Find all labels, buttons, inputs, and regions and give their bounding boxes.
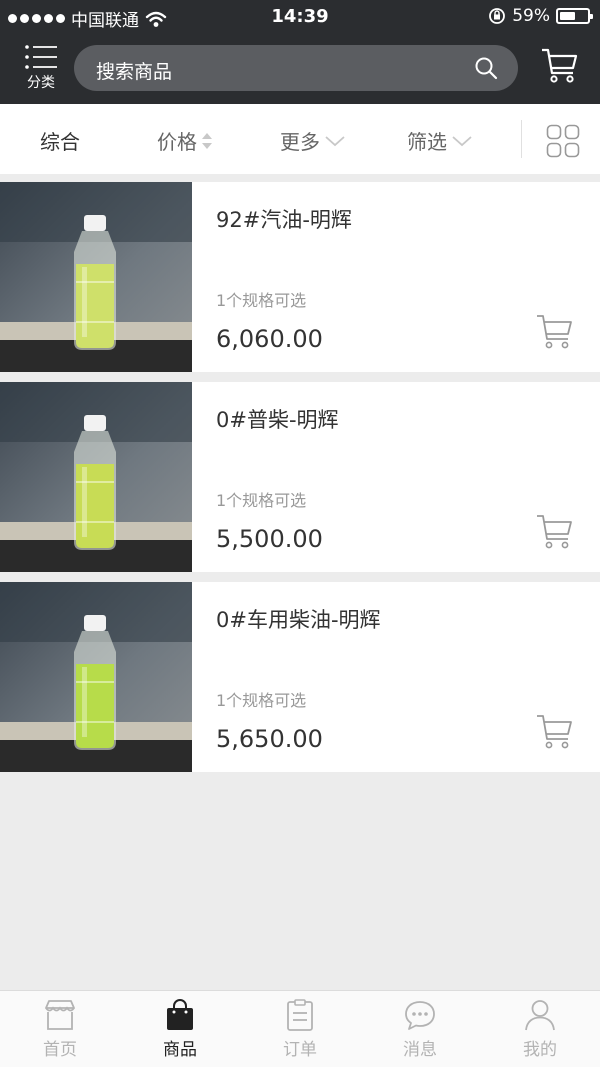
tab-orders[interactable]: 订单 xyxy=(240,999,360,1060)
tab-profile[interactable]: 我的 xyxy=(480,999,600,1060)
battery-icon xyxy=(556,8,593,24)
app-header: 分类 搜索商品 xyxy=(0,34,600,104)
add-to-cart-icon[interactable] xyxy=(535,312,573,350)
tab-products[interactable]: 商品 xyxy=(120,999,240,1060)
cart-icon[interactable] xyxy=(540,46,578,84)
search-placeholder: 搜索商品 xyxy=(96,61,173,83)
status-bar: 中国联通 14:39 59% xyxy=(0,0,600,34)
product-name[interactable]: 0#普柴-明辉 xyxy=(216,404,339,434)
tab-messages[interactable]: 消息 xyxy=(360,999,480,1060)
sort-filter-label: 筛选 xyxy=(407,130,447,154)
sort-price-label: 价格 xyxy=(157,130,197,154)
user-icon xyxy=(525,1000,555,1031)
sort-bar: 综合 价格 更多 筛选 xyxy=(0,104,600,174)
sort-filter[interactable]: 筛选 xyxy=(407,126,473,155)
tab-profile-label: 我的 xyxy=(523,1040,557,1060)
sort-comprehensive-label: 综合 xyxy=(40,130,80,154)
grid-view-icon[interactable] xyxy=(546,124,580,158)
store-icon xyxy=(45,1000,75,1030)
sort-divider xyxy=(521,120,522,158)
status-right: 59% xyxy=(488,6,593,26)
search-input[interactable]: 搜索商品 xyxy=(74,45,518,91)
product-card[interactable]: 92#汽油-明辉 1个规格可选 6,060.00 xyxy=(0,182,600,372)
product-card[interactable]: 0#车用柴油-明辉 1个规格可选 5,650.00 xyxy=(0,582,600,772)
tab-products-label: 商品 xyxy=(163,1040,197,1060)
chevron-down-icon xyxy=(325,135,345,146)
tab-home[interactable]: 首页 xyxy=(0,999,120,1060)
category-label: 分类 xyxy=(27,75,55,91)
product-image[interactable] xyxy=(0,182,192,372)
tab-bar: 首页 商品 订单 消息 我的 xyxy=(0,990,600,1067)
tab-messages-label: 消息 xyxy=(403,1040,437,1060)
shopping-bag-icon xyxy=(167,999,193,1030)
add-to-cart-icon[interactable] xyxy=(535,712,573,750)
sort-more[interactable]: 更多 xyxy=(280,126,346,155)
sort-more-label: 更多 xyxy=(280,130,320,154)
sort-price[interactable]: 价格 xyxy=(157,126,213,155)
chat-bubble-icon xyxy=(405,1001,435,1030)
product-image[interactable] xyxy=(0,382,192,572)
product-card[interactable]: 0#普柴-明辉 1个规格可选 5,500.00 xyxy=(0,382,600,572)
product-spec: 1个规格可选 xyxy=(216,491,307,510)
product-price: 5,500.00 xyxy=(216,525,323,553)
category-button[interactable]: 分类 xyxy=(14,40,68,96)
product-image[interactable] xyxy=(0,582,192,772)
product-spec: 1个规格可选 xyxy=(216,291,307,310)
product-name[interactable]: 0#车用柴油-明辉 xyxy=(216,604,381,634)
sort-updown-icon xyxy=(202,132,212,149)
product-price: 5,650.00 xyxy=(216,725,323,753)
tab-orders-label: 订单 xyxy=(283,1040,317,1060)
search-icon[interactable] xyxy=(474,56,498,80)
order-list-icon xyxy=(287,999,313,1031)
add-to-cart-icon[interactable] xyxy=(535,512,573,550)
product-spec: 1个规格可选 xyxy=(216,691,307,710)
chevron-down-icon xyxy=(452,135,472,146)
tab-home-label: 首页 xyxy=(43,1040,77,1060)
menu-icon xyxy=(25,45,57,69)
orientation-lock-icon xyxy=(489,8,506,24)
product-name[interactable]: 92#汽油-明辉 xyxy=(216,204,352,234)
sort-comprehensive[interactable]: 综合 xyxy=(40,126,80,155)
product-price: 6,060.00 xyxy=(216,325,323,353)
battery-percent: 59% xyxy=(512,6,550,26)
